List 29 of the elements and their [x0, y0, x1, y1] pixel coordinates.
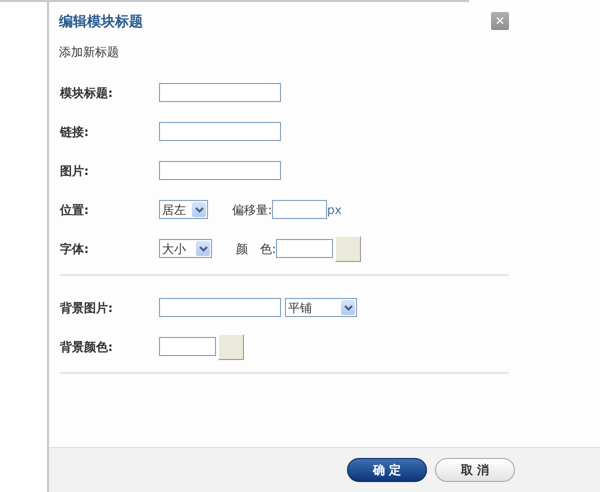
- dropdown[interactable]: 居左: [159, 200, 208, 219]
- caret-icon: [192, 202, 206, 217]
- cancel-button[interactable]: 取 消: [435, 458, 515, 482]
- input-field[interactable]: [159, 298, 281, 317]
- input-field[interactable]: [159, 83, 281, 102]
- field-label: 模块标题:: [60, 84, 114, 102]
- input-field[interactable]: [159, 161, 281, 180]
- unit-label: px: [327, 202, 342, 218]
- color-picker-button[interactable]: [218, 334, 244, 360]
- field-label: 背景图片:: [60, 300, 114, 316]
- field-label: 背景颜色:: [60, 338, 114, 356]
- field-label: 图片:: [60, 162, 90, 180]
- field-label: 颜 色:: [236, 240, 276, 258]
- color-picker-button[interactable]: [335, 236, 362, 262]
- field-label: 字体:: [60, 240, 90, 258]
- dialog-title: 编辑模块标题: [59, 13, 143, 32]
- input-field[interactable]: [272, 200, 328, 219]
- input-field[interactable]: [159, 122, 281, 141]
- confirm-button[interactable]: 确 定: [347, 458, 427, 482]
- field-label: 位置:: [60, 202, 90, 218]
- input-field[interactable]: [159, 337, 216, 356]
- input-field[interactable]: [276, 239, 334, 258]
- dropdown[interactable]: 大小: [159, 239, 212, 258]
- dropdown[interactable]: 平铺: [285, 298, 357, 317]
- field-label: 偏移量:: [232, 202, 272, 218]
- dialog-subtitle: 添加新标题: [59, 44, 120, 61]
- caret-icon: [196, 241, 210, 256]
- field-label: 链接:: [60, 124, 90, 140]
- caret-icon: [341, 300, 355, 315]
